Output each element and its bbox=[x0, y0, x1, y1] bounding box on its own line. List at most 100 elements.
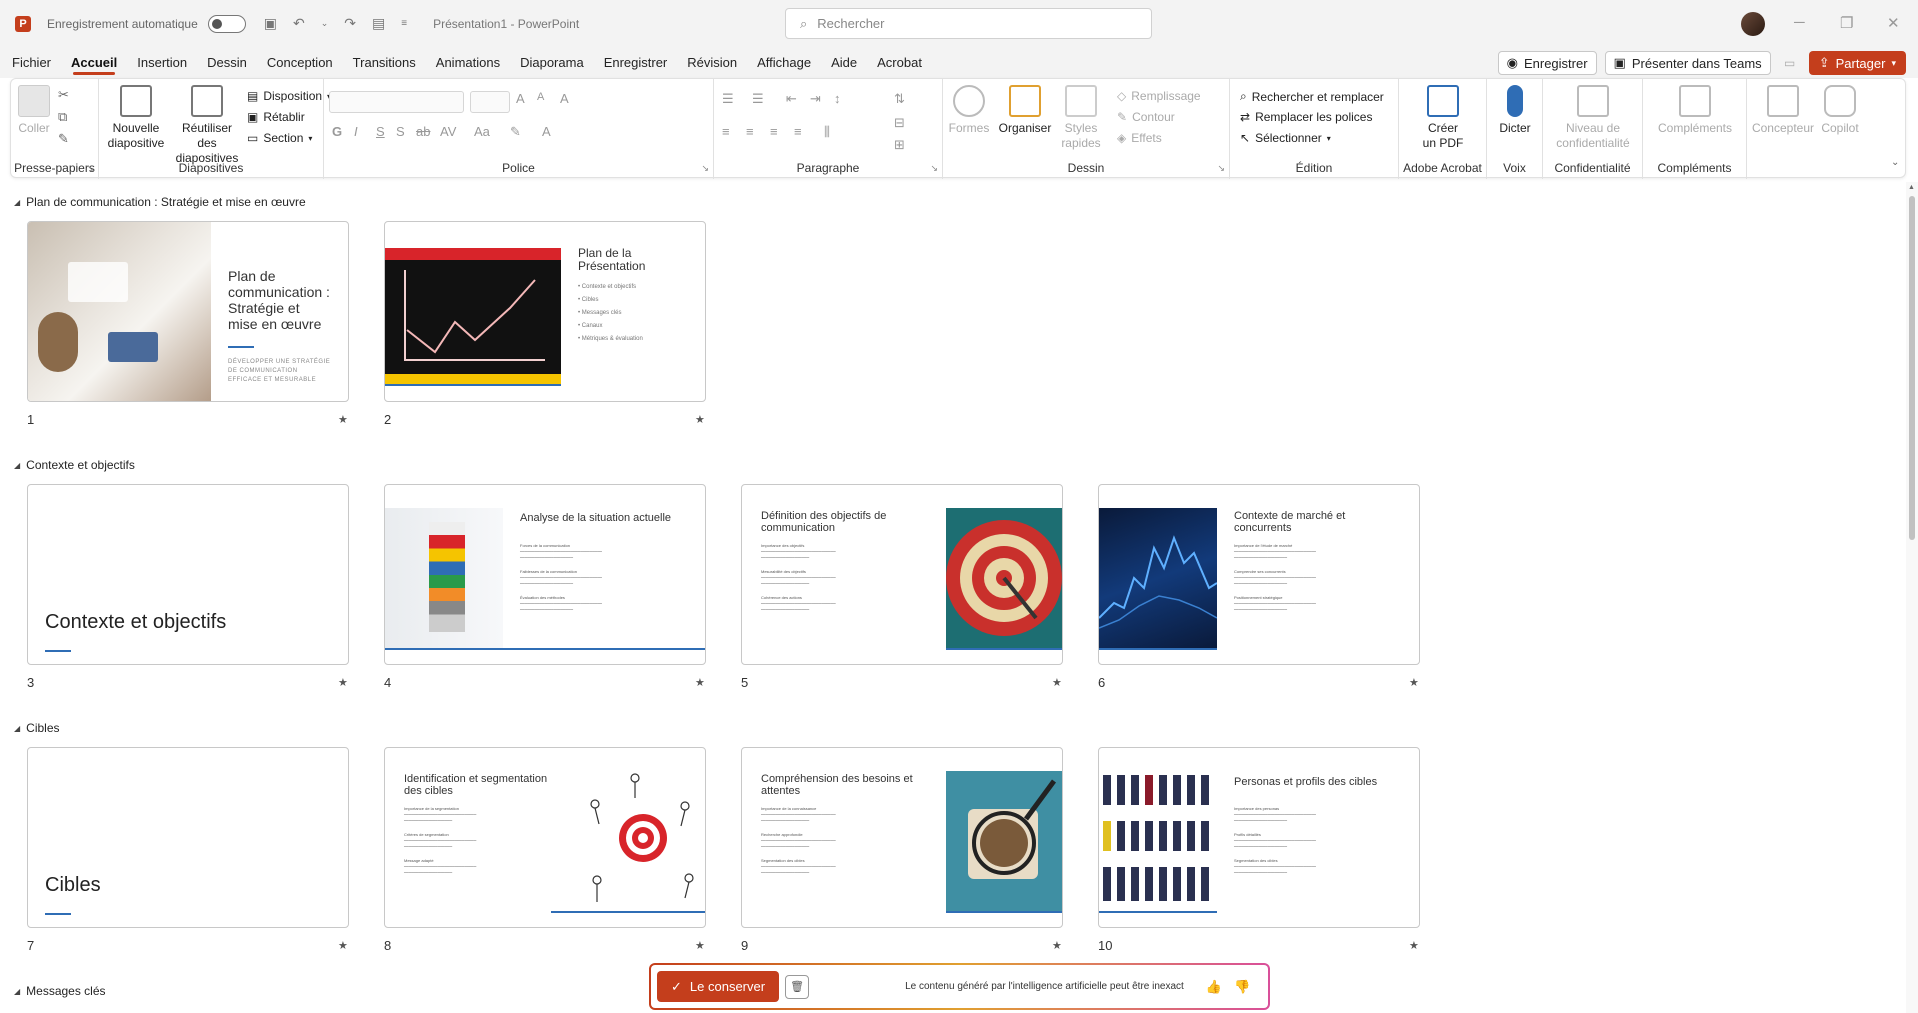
transition-star-icon[interactable]: ★ bbox=[1409, 676, 1419, 689]
tab-enregistrer[interactable]: Enregistrer bbox=[594, 47, 678, 78]
thumbs-up-icon[interactable]: 👍 bbox=[1206, 979, 1222, 995]
dialog-launcher-icon[interactable]: ↘ bbox=[1217, 163, 1225, 174]
layout-button[interactable]: ▤Disposition▾ bbox=[247, 89, 331, 103]
clear-formatting-icon[interactable]: A bbox=[560, 91, 569, 106]
tab-acrobat[interactable]: Acrobat bbox=[867, 47, 932, 78]
undo-icon[interactable]: ↶ bbox=[293, 15, 305, 32]
tab-insertion[interactable]: Insertion bbox=[127, 47, 197, 78]
transition-star-icon[interactable]: ★ bbox=[1052, 939, 1062, 952]
shadow-icon[interactable]: S bbox=[396, 124, 405, 139]
new-slide-button[interactable]: Nouvelle diapositive bbox=[105, 85, 167, 151]
search-box[interactable]: ⌕ Rechercher bbox=[785, 8, 1152, 39]
strikethrough-icon[interactable]: ab bbox=[416, 124, 430, 139]
columns-icon[interactable]: ⫼ bbox=[824, 124, 830, 140]
increase-font-icon[interactable]: A bbox=[516, 91, 525, 106]
transition-star-icon[interactable]: ★ bbox=[1052, 676, 1062, 689]
redo-icon[interactable]: ↷ bbox=[344, 15, 356, 32]
justify-icon[interactable]: ≡ bbox=[794, 124, 802, 139]
thumbs-down-icon[interactable]: 👎 bbox=[1234, 979, 1250, 995]
autosave-toggle[interactable] bbox=[207, 14, 246, 33]
slide-thumbnail[interactable]: Personas et profils des cibles Importanc… bbox=[1098, 747, 1420, 928]
tab-diaporama[interactable]: Diaporama bbox=[510, 47, 594, 78]
minimize-icon[interactable]: ─ bbox=[1794, 14, 1805, 31]
share-button[interactable]: ⇪ Partager ▾ bbox=[1808, 51, 1906, 75]
collapse-triangle-icon[interactable]: ◢ bbox=[14, 461, 20, 470]
tab-animations[interactable]: Animations bbox=[426, 47, 510, 78]
slide-thumbnail[interactable]: Contexte de marché et concurrents Import… bbox=[1098, 484, 1420, 665]
copy-icon[interactable]: ⧉ bbox=[58, 109, 67, 125]
transition-star-icon[interactable]: ★ bbox=[695, 413, 705, 426]
scroll-up-icon[interactable]: ▲ bbox=[1908, 184, 1915, 191]
paste-button[interactable]: Coller bbox=[17, 85, 51, 136]
section-header[interactable]: ◢ Cibles bbox=[14, 721, 60, 735]
font-size-combo[interactable] bbox=[470, 91, 510, 113]
undo-dropdown-icon[interactable]: ⌄ bbox=[321, 18, 329, 29]
align-center-icon[interactable]: ≡ bbox=[746, 124, 754, 139]
delete-button[interactable]: 🗑 bbox=[785, 974, 810, 999]
save-icon[interactable]: ▣ bbox=[264, 15, 277, 32]
bullets-icon[interactable]: ☰ bbox=[722, 91, 734, 107]
slide-thumbnail[interactable]: Analyse de la situation actuelle Forces … bbox=[384, 484, 706, 665]
slide-thumbnail[interactable]: Définition des objectifs de communicatio… bbox=[741, 484, 1063, 665]
italic-icon[interactable]: I bbox=[354, 124, 358, 139]
collapse-triangle-icon[interactable]: ◢ bbox=[14, 198, 20, 207]
dialog-launcher-icon[interactable]: ↘ bbox=[930, 163, 938, 174]
slide-thumbnail[interactable]: Contexte et objectifs bbox=[27, 484, 349, 665]
select-button[interactable]: ↖ Sélectionner ▾ bbox=[1240, 131, 1331, 145]
slide-thumbnail[interactable]: Compréhension des besoins et attentes Im… bbox=[741, 747, 1063, 928]
align-right-icon[interactable]: ≡ bbox=[770, 124, 778, 139]
restore-icon[interactable]: ❐ bbox=[1840, 14, 1853, 32]
collapse-triangle-icon[interactable]: ◢ bbox=[14, 987, 20, 996]
shape-fill-button[interactable]: ◇ Remplissage bbox=[1117, 89, 1201, 103]
align-left-icon[interactable]: ≡ bbox=[722, 124, 730, 139]
highlight-icon[interactable]: ✎ bbox=[510, 124, 521, 140]
decrease-font-icon[interactable]: A bbox=[537, 91, 544, 103]
tab-transitions[interactable]: Transitions bbox=[343, 47, 426, 78]
text-direction-icon[interactable]: ⇅ bbox=[894, 91, 905, 107]
dialog-launcher-icon[interactable]: ↘ bbox=[86, 163, 94, 174]
increase-indent-icon[interactable]: ⇥ bbox=[810, 91, 821, 107]
scrollbar-thumb[interactable] bbox=[1909, 196, 1915, 540]
arrange-button[interactable]: Organiser bbox=[997, 85, 1053, 136]
align-text-icon[interactable]: ⊟ bbox=[894, 115, 905, 131]
present-from-start-icon[interactable]: ▤ bbox=[372, 15, 385, 32]
transition-star-icon[interactable]: ★ bbox=[1409, 939, 1419, 952]
section-header[interactable]: ◢ Contexte et objectifs bbox=[14, 458, 135, 472]
transition-star-icon[interactable]: ★ bbox=[695, 939, 705, 952]
shapes-button[interactable]: Formes bbox=[947, 85, 991, 136]
decrease-indent-icon[interactable]: ⇤ bbox=[786, 91, 797, 107]
font-name-combo[interactable] bbox=[329, 91, 464, 113]
underline-icon[interactable]: S bbox=[376, 124, 385, 139]
transition-star-icon[interactable]: ★ bbox=[695, 676, 705, 689]
smartart-icon[interactable]: ⊞ bbox=[894, 137, 905, 153]
slide-thumbnail[interactable]: Plan de communication : Stratégie et mis… bbox=[27, 221, 349, 402]
copilot-button[interactable]: Copilot bbox=[1817, 85, 1863, 136]
shape-outline-button[interactable]: ✎ Contour bbox=[1117, 110, 1175, 124]
user-avatar[interactable] bbox=[1741, 12, 1765, 36]
font-color-icon[interactable]: A bbox=[542, 124, 551, 139]
slide-thumbnail[interactable]: Identification et segmentation des cible… bbox=[384, 747, 706, 928]
bold-icon[interactable]: G bbox=[332, 124, 342, 139]
line-spacing-icon[interactable]: ↕ bbox=[834, 91, 841, 106]
tab-conception[interactable]: Conception bbox=[257, 47, 343, 78]
section-header[interactable]: ◢ Messages clés bbox=[14, 984, 106, 998]
collapse-triangle-icon[interactable]: ◢ bbox=[14, 724, 20, 733]
char-spacing-icon[interactable]: AV bbox=[440, 124, 456, 139]
slide-thumbnail[interactable]: Plan de la Présentation • Contexte et ob… bbox=[384, 221, 706, 402]
section-button[interactable]: ▭ Section ▾ bbox=[247, 131, 312, 145]
keep-button[interactable]: ✓ Le conserver bbox=[657, 971, 780, 1002]
shape-effects-button[interactable]: ◈ Effets bbox=[1117, 131, 1162, 145]
tab-affichage[interactable]: Affichage bbox=[747, 47, 821, 78]
comments-icon[interactable]: ▭ bbox=[1779, 52, 1801, 74]
reuse-slides-button[interactable]: Réutiliser des diapositives bbox=[171, 85, 243, 166]
record-button[interactable]: ◉ Enregistrer bbox=[1497, 51, 1597, 75]
change-case-icon[interactable]: Aa bbox=[474, 124, 490, 139]
slide-thumbnail[interactable]: Cibles bbox=[27, 747, 349, 928]
numbering-icon[interactable]: ☰ bbox=[752, 91, 764, 107]
tab-dessin[interactable]: Dessin bbox=[197, 47, 257, 78]
section-header[interactable]: ◢ Plan de communication : Stratégie et m… bbox=[14, 195, 306, 209]
close-icon[interactable]: ✕ bbox=[1887, 14, 1900, 32]
designer-button[interactable]: Concepteur bbox=[1751, 85, 1815, 136]
quick-styles-button[interactable]: Styles rapides bbox=[1059, 85, 1103, 151]
addins-button[interactable]: Compléments bbox=[1653, 85, 1737, 136]
